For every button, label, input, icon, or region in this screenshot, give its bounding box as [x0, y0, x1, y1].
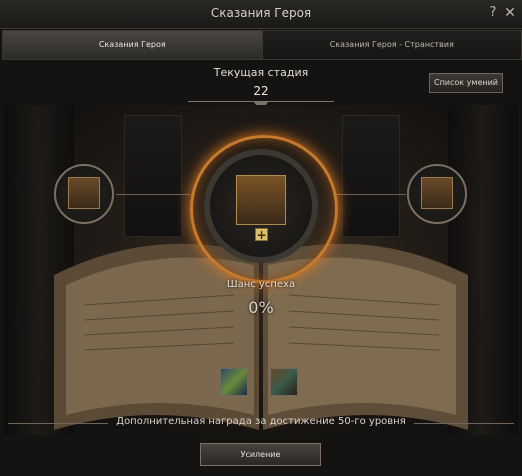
add-material-button[interactable]: + [255, 228, 268, 241]
open-book-icon [236, 175, 286, 225]
success-chance-value: 0% [248, 298, 274, 317]
open-book-icon [421, 177, 453, 209]
level-reward-text: Дополнительная награда за достижение 50-… [116, 416, 406, 427]
tale-scene: + Шанс успеха 0% [4, 105, 518, 435]
help-button[interactable]: ? [486, 5, 500, 21]
left-connector [116, 194, 190, 195]
tab-bar: Сказания Героя Сказания Героя - Странств… [2, 30, 522, 60]
upgrade-button[interactable]: Усиление [200, 443, 321, 466]
tab-hero-tales[interactable]: Сказания Героя [3, 31, 262, 59]
open-book-icon [68, 177, 100, 209]
skills-list-button[interactable]: Список умений [429, 73, 503, 93]
reward-item-scroll-icon[interactable] [270, 368, 298, 396]
title-bar: Сказания Героя ? ✕ [0, 0, 522, 29]
level-reward-bar: Дополнительная награда за достижение 50-… [0, 414, 522, 432]
success-chance-label: Шанс успеха [226, 279, 296, 290]
hero-tales-window: Сказания Героя ? ✕ Сказания Героя Сказан… [0, 0, 522, 476]
tab-hero-tales-wanderings[interactable]: Сказания Героя - Странствия [261, 31, 521, 59]
right-connector [334, 194, 406, 195]
reward-divider-right [414, 423, 514, 424]
window-title: Сказания Героя [210, 6, 312, 20]
reward-item-map-icon[interactable] [220, 368, 248, 396]
close-button[interactable]: ✕ [503, 5, 517, 21]
